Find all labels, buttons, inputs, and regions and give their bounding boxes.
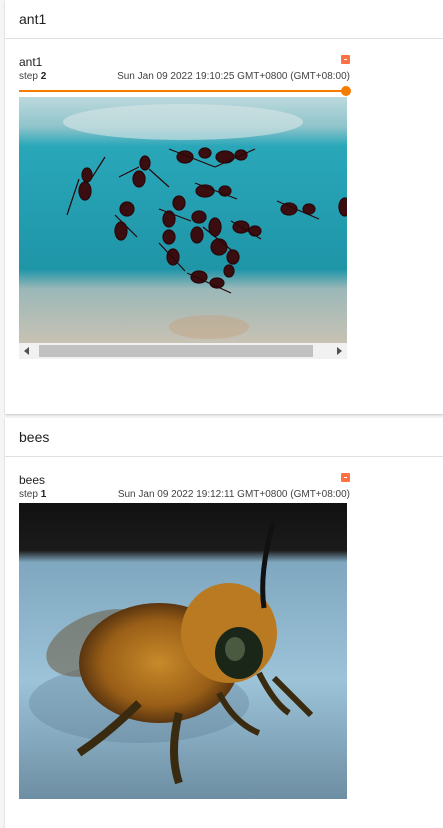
- section-header[interactable]: bees: [5, 418, 443, 457]
- card-title: ant1: [19, 55, 43, 69]
- section-header[interactable]: ant1: [5, 0, 443, 39]
- bee-image: [19, 503, 347, 799]
- step-slider[interactable]: [19, 90, 345, 92]
- horizontal-scrollbar[interactable]: [19, 343, 347, 359]
- scroll-right-icon[interactable]: [331, 343, 347, 359]
- scrollbar-thumb[interactable]: [39, 345, 313, 357]
- run-section-ant1: ant1 ant1 step 2 Sun Jan 09 2022 19:10:2…: [5, 0, 443, 414]
- scroll-left-icon[interactable]: [19, 343, 35, 359]
- pin-icon[interactable]: [341, 473, 350, 482]
- card-title: bees: [19, 473, 46, 487]
- image-card-bees: bees step 1 Sun Jan 09 2022 19:12:11 GMT…: [19, 473, 350, 808]
- step-label: step 1: [19, 489, 47, 500]
- image-card-ant1: ant1 step 2 Sun Jan 09 2022 19:10:25 GMT…: [19, 55, 351, 395]
- step-label: step 2: [19, 71, 47, 82]
- step-slider-thumb[interactable]: [341, 86, 351, 96]
- timestamp: Sun Jan 09 2022 19:10:25 GMT+0800 (GMT+0…: [117, 71, 350, 82]
- run-section-bees: bees bees step 1 Sun Jan 09 2022 19:12:1…: [5, 418, 443, 828]
- ant-image: [19, 97, 347, 343]
- pin-icon[interactable]: [341, 55, 350, 64]
- timestamp: Sun Jan 09 2022 19:12:11 GMT+0800 (GMT+0…: [117, 489, 350, 500]
